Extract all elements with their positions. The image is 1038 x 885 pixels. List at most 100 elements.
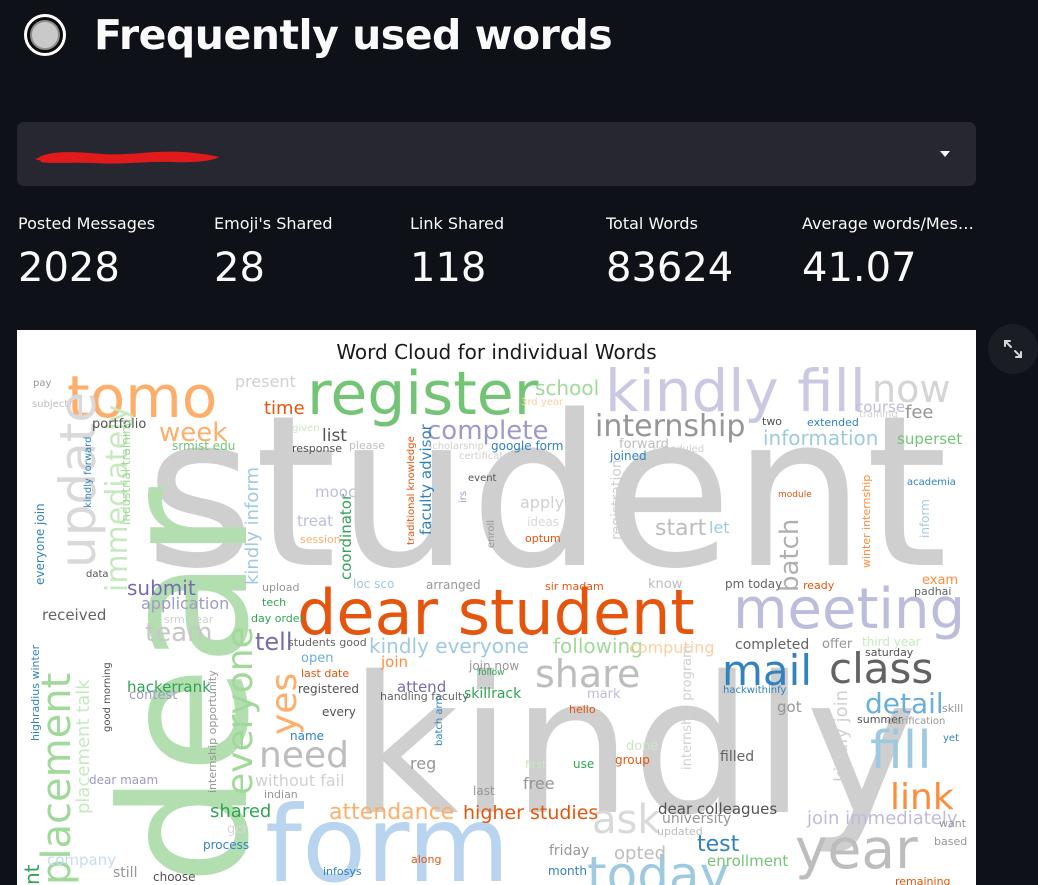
word-cloud-word: filled [720, 749, 755, 765]
page-title: Frequently used words [94, 11, 613, 59]
word-cloud-word: completed [735, 637, 810, 653]
word-cloud-word: enroll [486, 519, 497, 548]
word-cloud-word: coordinator [337, 493, 355, 580]
page-header: Frequently used words [24, 8, 613, 62]
word-cloud-word: padhai [914, 585, 952, 598]
metric-label: Average words/Message [802, 214, 978, 233]
fullscreen-button[interactable] [988, 324, 1038, 374]
word-cloud-word: loc sco [353, 577, 395, 591]
word-cloud-word: information [763, 426, 879, 450]
word-cloud-word: skillrack [464, 686, 522, 702]
word-cloud-word: handling faculty [380, 690, 469, 703]
word-cloud-word: students good [288, 636, 367, 649]
word-cloud-word: join [381, 653, 409, 671]
word-cloud-word: inform [918, 499, 932, 538]
word-cloud-word: mooc [315, 483, 357, 501]
word-cloud-word: good morning [102, 662, 113, 732]
word-cloud-word: ideas [527, 515, 559, 529]
word-cloud-word: event [468, 473, 497, 484]
word-cloud-word: let [709, 518, 730, 537]
word-cloud-image: student kindly dear form dear student registe… [17, 330, 976, 885]
word-cloud-word: infosys [323, 865, 362, 878]
word-cloud-word: attendance [329, 800, 455, 825]
word-cloud-word: scheduled [653, 444, 705, 455]
word-cloud-word: reg [410, 754, 437, 773]
chevron-down-icon[interactable] [940, 151, 950, 157]
word-cloud-word: superset [897, 430, 963, 448]
word-cloud-word: registration [609, 459, 625, 540]
word-cloud-word: hello [569, 703, 596, 716]
metric-label: Link Shared [410, 214, 505, 233]
word-cloud-word: optum [525, 532, 561, 545]
word-cloud-word: friday [549, 843, 590, 859]
word-cloud-word: join immediately [807, 808, 958, 829]
word-cloud-word: data [86, 569, 109, 580]
word-cloud-word: pay [33, 378, 52, 389]
word-cloud-word: everyone join [33, 503, 47, 585]
word-cloud-word: follow [478, 668, 505, 678]
word-cloud-word: process [203, 838, 250, 852]
word-cloud: student kindly dear form dear student registe… [17, 330, 976, 885]
word-cloud-word: apply [520, 493, 565, 512]
word-cloud-word: shared [210, 801, 272, 822]
expand-icon [1004, 340, 1022, 358]
word-cloud-word: treat [297, 512, 334, 530]
word-cloud-word: industrial training [119, 418, 133, 525]
word-cloud-word: session [300, 533, 341, 546]
word-cloud-word: know [648, 577, 683, 592]
word-cloud-word: done [626, 739, 659, 754]
word-cloud-word: still [113, 865, 138, 881]
metric-value: 28 [214, 245, 265, 291]
word-cloud-word: traditional knowledge [406, 436, 417, 545]
metric-posted-messages: Posted Messages 2028 [18, 214, 198, 291]
metric-total-words: Total Words 83624 [606, 214, 786, 291]
word-cloud-word: internship opportunity [206, 670, 219, 793]
user-select[interactable] [17, 122, 976, 186]
word-cloud-word: internship program [680, 645, 695, 770]
word-cloud-word: received [42, 606, 107, 624]
metric-value: 118 [410, 245, 487, 291]
word-cloud-word: choose [153, 870, 196, 884]
word-cloud-word: along [411, 853, 442, 866]
word-cloud-word: last date [301, 667, 350, 680]
word-cloud-word: everyone [220, 626, 261, 795]
metric-link-shared: Link Shared 118 [410, 214, 590, 291]
word-cloud-word: based [934, 835, 968, 848]
word-cloud-word: every [322, 705, 356, 719]
word-cloud-word: fill [870, 721, 932, 781]
word-cloud-word: start [655, 516, 707, 541]
word-cloud-word: need [259, 735, 349, 776]
word-cloud-word: enrollment [707, 852, 789, 870]
word-cloud-word: higher studies [463, 802, 599, 824]
word-cloud-word: pm today [725, 577, 783, 591]
metric-label: Posted Messages [18, 214, 156, 233]
word-cloud-word: mark [587, 687, 621, 702]
word-cloud-word: arranged [426, 578, 481, 592]
word-cloud-word: contest [129, 688, 178, 703]
selected-user-redacted [33, 144, 223, 166]
word-cloud-word: updated [657, 825, 703, 838]
word-cloud-word: gcr [227, 822, 248, 837]
word-cloud-word: srmist edu [172, 439, 236, 453]
word-cloud-word: without fail [255, 771, 345, 790]
redaction-mark [35, 151, 219, 164]
word-cloud-word: given [292, 423, 320, 434]
word-cloud-word: hackwithinfy [723, 685, 787, 696]
word-cloud-word: register [307, 359, 539, 429]
word-cloud-word: two [762, 415, 783, 428]
word-cloud-word: time [264, 398, 305, 419]
word-cloud-title: Word Cloud for individual Words [336, 340, 657, 364]
word-cloud-word: registered [298, 682, 360, 696]
word-cloud-word: offer [822, 637, 853, 652]
metric-value: 41.07 [802, 245, 917, 291]
word-cloud-word: free [523, 774, 555, 793]
word-cloud-word: remaining [895, 875, 951, 885]
word-cloud-word: google form [491, 439, 564, 453]
word-cloud-word: subject [32, 399, 69, 410]
word-cloud-word: month [548, 864, 587, 878]
word-cloud-word: saturday [865, 646, 914, 659]
word-cloud-word: ready [803, 579, 835, 592]
word-cloud-word: group [615, 753, 650, 767]
metric-emojis-shared: Emoji's Shared 28 [214, 214, 394, 291]
word-cloud-word: internship [595, 409, 746, 444]
